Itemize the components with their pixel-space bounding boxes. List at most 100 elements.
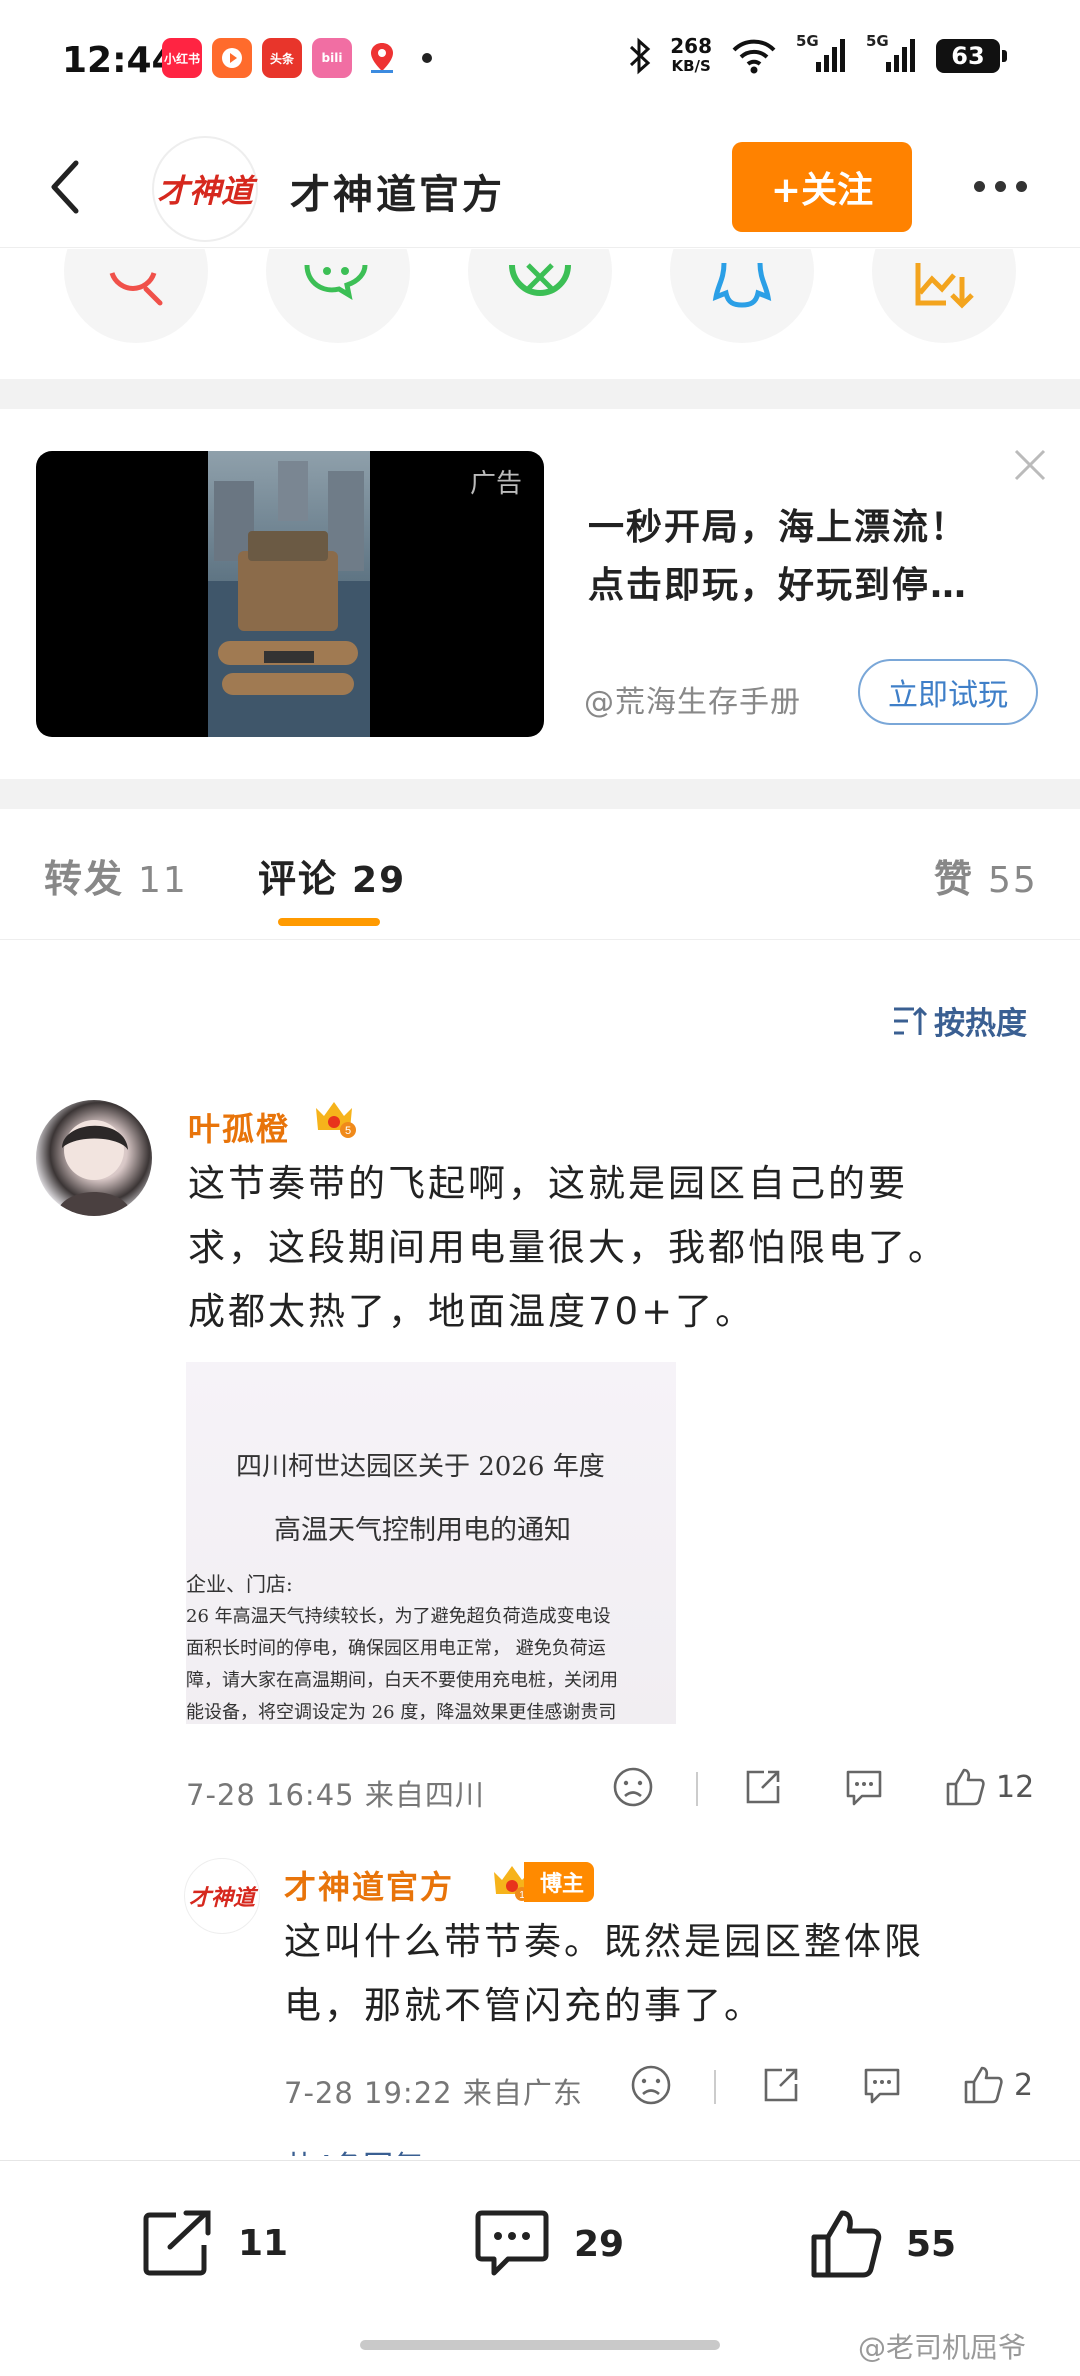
toutiao-app-icon: 头条 (262, 38, 302, 78)
home-indicator[interactable] (360, 2340, 720, 2350)
tab-repost[interactable]: 转发 11 (44, 848, 188, 903)
back-button[interactable] (36, 152, 96, 222)
reply-button[interactable] (842, 1766, 886, 1808)
map-app-icon (362, 38, 402, 78)
comment-text: 这节奏带的飞起啊，这就是园区自己的要 求，这段期间用电量很大，我都怕限电了。 成… (188, 1152, 1048, 1344)
comment-like-button[interactable]: 12 (944, 1766, 1034, 1808)
ad-try-button[interactable]: 立即试玩 (858, 659, 1038, 725)
bottom-repost-count: 11 (238, 2222, 289, 2264)
sort-label: 按热度 (934, 1006, 1027, 1042)
chevron-left-icon (51, 160, 79, 214)
tab-comments-count: 29 (352, 860, 407, 901)
comment-image-subtitle: 高温天气控制用电的通知 (274, 1515, 571, 1546)
share-icon (746, 1770, 780, 1804)
status-right: 268 KB/S 5G 5G 63 (628, 32, 1007, 76)
comment-icon (846, 1770, 882, 1806)
ad-title[interactable]: 一秒开局，海上漂流！ 点击即玩，好玩到停… (588, 499, 1038, 615)
thumbs-up-icon (946, 1768, 985, 1806)
ad-title-line: 一秒开局，海上漂流！ (588, 507, 969, 548)
save-image-icon (915, 263, 974, 309)
comment-like-count: 12 (996, 1769, 1035, 1805)
status-bar: 12:44 小红书 头条 bili 268 KB/S 5G 5G 63 (0, 0, 1080, 120)
ad-video[interactable]: 广告 (36, 451, 544, 737)
qq-icon (712, 262, 772, 308)
reply-username[interactable]: 才神道官方 (284, 1862, 454, 1908)
share-moments-button[interactable] (468, 249, 612, 343)
reply-reply-button[interactable] (860, 2064, 904, 2106)
more-replies-link[interactable]: 共4条回复 > (284, 2142, 458, 2156)
comment-text-line: 这节奏带的飞起啊，这就是园区自己的要 (188, 1162, 908, 1205)
thumbs-up-icon (811, 2210, 882, 2278)
ad-source[interactable]: @荒海生存手册 (584, 677, 801, 721)
comment-image[interactable]: 四川柯世达园区关于 2026 年度 高温天气控制用电的通知 企业、门店: 26 … (186, 1362, 676, 1724)
comment-image-line: 26 年高温天气持续较长，为了避免超负荷造成变电设 (186, 1606, 611, 1627)
wechat-icon (304, 264, 368, 301)
reply-like-count: 2 (1014, 2067, 1034, 2103)
bottom-like-count: 55 (906, 2223, 957, 2265)
reply-avatar[interactable]: 才神道 (184, 1858, 260, 1934)
bilibili-app-icon: bili (312, 38, 352, 78)
reply-text: 这叫什么带节奏。既然是园区整体限 电，那就不管闪充的事了。 (284, 1910, 1044, 2038)
share-wechat-button[interactable] (266, 249, 410, 343)
tab-comments-label: 评论 (258, 857, 339, 901)
network-speed-unit: KB/S (671, 57, 711, 75)
status-time: 12:44 (62, 40, 177, 81)
comment-image-line: 面积长时间的停电，确保园区用电正常， 避免负荷运 (186, 1638, 606, 1659)
action-divider (714, 2070, 716, 2104)
wifi-icon (732, 39, 776, 74)
share-icon (143, 2210, 211, 2276)
ad-card[interactable]: 广告 一秒开局，海上漂流！ 点击即玩，好玩到停… @荒海生存手册 立即试玩 (0, 409, 1080, 779)
blogger-badge-label: 博主 (524, 1862, 595, 1902)
xiaohongshu-app-icon: 小红书 (162, 38, 202, 78)
sad-face-icon (631, 2065, 671, 2105)
comment-icon (864, 2068, 900, 2104)
account-name[interactable]: 才神道官方 (290, 162, 505, 220)
account-avatar[interactable]: 才神道 (152, 136, 258, 242)
reply-share-button[interactable] (760, 2064, 802, 2106)
sort-button[interactable]: 按热度 (892, 998, 1027, 1043)
share-search-button[interactable] (64, 249, 208, 343)
tab-likes[interactable]: 赞 55 (934, 848, 1038, 903)
more-dot-icon (994, 180, 1006, 192)
network-speed: 268 KB/S (670, 36, 712, 76)
notification-dot-icon (422, 53, 432, 63)
tab-repost-label: 转发 (44, 857, 125, 901)
tab-bar: 转发 11 评论 29 赞 55 (0, 808, 1080, 940)
share-row (0, 249, 1080, 379)
ad-title-line: 点击即玩，好玩到停… (588, 565, 969, 606)
tab-likes-label: 赞 (934, 857, 975, 901)
more-dot-icon (973, 180, 985, 192)
tab-comments[interactable]: 评论 29 (258, 848, 406, 903)
svg-text:5: 5 (345, 1125, 351, 1137)
comment-image-line: 企业、门店: (186, 1572, 293, 1596)
share-save-image-button[interactable] (872, 249, 1016, 343)
reply-dislike-button[interactable] (630, 2064, 672, 2106)
bottom-comment-button[interactable]: 29 (472, 2207, 624, 2281)
share-comment-button[interactable] (742, 1766, 784, 1808)
reply-meta: 7-28 19:22 来自广东 (284, 2076, 583, 2110)
tab-indicator (278, 918, 380, 926)
reply-like-button[interactable]: 2 (962, 2064, 1033, 2106)
account-logo-text: 才神道 (156, 172, 253, 210)
watermark: @老司机屈爷 (858, 2331, 1027, 2364)
comment-text-line: 求，这段期间用电量很大，我都怕限电了。 (188, 1226, 948, 1269)
comment-image-line: 障，请大家在高温期间，白天不要使用充电桩，关闭用 (186, 1670, 618, 1691)
dislike-button[interactable] (612, 1766, 654, 1808)
bottom-repost-button[interactable]: 11 (140, 2207, 288, 2279)
search-share-icon (109, 272, 163, 306)
video-app-icon (212, 38, 252, 78)
bottom-like-button[interactable]: 55 (808, 2207, 956, 2281)
share-qq-button[interactable] (670, 249, 814, 343)
follow-button[interactable]: +关注 (732, 142, 912, 232)
tab-likes-count: 55 (988, 860, 1038, 901)
more-options-button[interactable] (960, 166, 1040, 206)
more-dot-icon (1015, 180, 1027, 192)
section-divider (0, 779, 1080, 809)
commenter-avatar[interactable] (36, 1100, 152, 1216)
cellular-signal-1-icon: 5G (796, 32, 848, 76)
sort-icon (894, 1006, 928, 1035)
bottom-comment-count: 29 (574, 2223, 625, 2265)
comment-image-title: 四川柯世达园区关于 2026 年度 (236, 1452, 605, 1482)
close-icon[interactable] (1010, 445, 1050, 485)
comment-username[interactable]: 叶孤橙 (188, 1104, 290, 1150)
